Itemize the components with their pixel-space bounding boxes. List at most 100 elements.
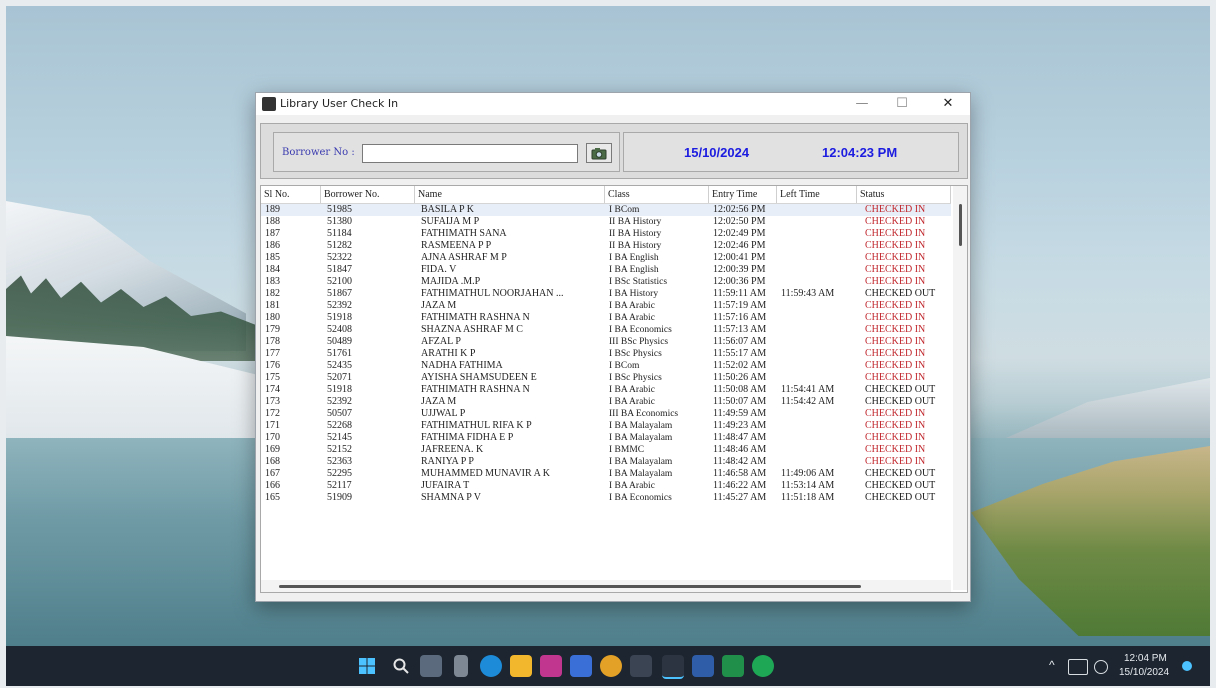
table-row[interactable]: 178 50489 AFZAL P III BSc Physics 11:56:07 A… xyxy=(261,336,951,348)
library-check-in-window: Library User Check In — ☐ ✕ Borrower No … xyxy=(255,92,971,602)
table-row[interactable]: 165 51909 SHAMNA P V I BA Economics 11:45:27… xyxy=(261,492,951,504)
entry-time-cell: 11:59:11 AM xyxy=(713,288,766,299)
header-name[interactable]: Name xyxy=(415,186,605,203)
table-row[interactable]: 184 51847 FIDA. V I BA English 12:00:39 PM CH… xyxy=(261,264,951,276)
reader-icon[interactable] xyxy=(630,655,652,677)
folder-icon[interactable] xyxy=(510,655,532,677)
left-time-cell xyxy=(781,300,861,312)
store-icon[interactable] xyxy=(570,655,592,677)
list-rows: 189 51985 BASILA P K I BCom 12:02:56 PM CHECK… xyxy=(261,204,951,504)
start-button[interactable] xyxy=(356,655,378,677)
borrower-no-cell: 52408 xyxy=(327,324,352,335)
close-button[interactable]: ✕ xyxy=(928,93,968,115)
borrower-no-cell: 52392 xyxy=(327,300,352,311)
chrome-icon[interactable] xyxy=(600,655,622,677)
sl-no-cell: 179 xyxy=(265,324,280,335)
name-cell: UJJWAL P xyxy=(421,408,466,419)
sl-no-cell: 187 xyxy=(265,228,280,239)
vertical-scrollbar[interactable] xyxy=(953,186,967,590)
volume-icon[interactable] xyxy=(1094,660,1108,674)
entry-time-cell: 11:57:16 AM xyxy=(713,312,767,323)
table-row[interactable]: 173 52392 JAZA M I BA Arabic 11:50:07 AM 11:5… xyxy=(261,396,951,408)
status-cell: CHECKED IN xyxy=(865,240,926,251)
table-row[interactable]: 176 52435 NADHA FATHIMA I BCom 11:52:02 AM CH… xyxy=(261,360,951,372)
table-row[interactable]: 166 52117 JUFAIRA T I BA Arabic 11:46:22 AM 1… xyxy=(261,480,951,492)
status-cell: CHECKED IN xyxy=(865,324,926,335)
name-cell: SHAMNA P V xyxy=(421,492,482,503)
horizontal-scrollbar[interactable] xyxy=(261,580,951,592)
sl-no-cell: 180 xyxy=(265,312,280,323)
app-icon-blue[interactable] xyxy=(692,655,714,677)
tray-overflow-icon[interactable]: ^ xyxy=(1049,658,1055,672)
table-row[interactable]: 171 52268 FATHIMATHUL RIFA K P I BA Malayal… xyxy=(261,420,951,432)
clock-time[interactable]: 12:04 PM xyxy=(1124,653,1167,664)
file-icon[interactable] xyxy=(454,655,468,677)
table-row[interactable]: 175 52071 AYISHA SHAMSUDEEN E I BSc Physics… xyxy=(261,372,951,384)
table-row[interactable]: 185 52322 AJNA ASHRAF M P I BA English 12:00… xyxy=(261,252,951,264)
borrower-search-button[interactable] xyxy=(586,143,612,163)
status-cell: CHECKED OUT xyxy=(865,384,936,395)
edge-icon[interactable] xyxy=(480,655,502,677)
table-row[interactable]: 172 50507 UJJWAL P III BA Economics 11:49:59… xyxy=(261,408,951,420)
green-app-icon[interactable] xyxy=(722,655,744,677)
borrower-number-input[interactable] xyxy=(362,144,578,163)
task-view-icon[interactable] xyxy=(420,655,442,677)
name-cell: SHAZNA ASHRAF M C xyxy=(421,324,523,335)
header-borrower-no[interactable]: Borrower No. xyxy=(321,186,415,203)
table-row[interactable]: 188 51380 SUFAIJA M P II BA History 12:02:50… xyxy=(261,216,951,228)
header-entry-time[interactable]: Entry Time xyxy=(709,186,777,203)
entry-time-cell: 11:48:47 AM xyxy=(713,432,767,443)
search-icon[interactable] xyxy=(390,655,412,677)
network-icon[interactable] xyxy=(1068,659,1088,675)
table-row[interactable]: 181 52392 JAZA M I BA Arabic 11:57:19 AM CHEC… xyxy=(261,300,951,312)
table-row[interactable]: 179 52408 SHAZNA ASHRAF M C I BA Economics 1… xyxy=(261,324,951,336)
left-time-cell xyxy=(781,408,861,420)
table-row[interactable]: 180 51918 FATHIMATH RASHNA N I BA Arabic 11:… xyxy=(261,312,951,324)
table-row[interactable]: 189 51985 BASILA P K I BCom 12:02:56 PM CHECK… xyxy=(261,204,951,216)
header-sl-no[interactable]: Sl No. xyxy=(261,186,321,203)
table-row[interactable]: 170 52145 FATHIMA FIDHA E P I BA Malayalam 1… xyxy=(261,432,951,444)
name-cell: AFZAL P xyxy=(421,336,461,347)
table-row[interactable]: 168 52363 RANIYA P P I BA Malayalam 11:48:42… xyxy=(261,456,951,468)
borrower-no-cell: 50507 xyxy=(327,408,352,419)
check-in-list[interactable]: Sl No. Borrower No. Name Class Entry Tim… xyxy=(260,185,968,593)
borrower-no-cell: 52100 xyxy=(327,276,352,287)
borrower-no-cell: 52145 xyxy=(327,432,352,443)
table-row[interactable]: 177 51761 ARATHI K P I BSc Physics 11:55:17 … xyxy=(261,348,951,360)
status-cell: CHECKED IN xyxy=(865,204,926,215)
library-app-icon[interactable] xyxy=(662,655,684,679)
table-row[interactable]: 187 51184 FATHIMATH SANA II BA History 12:02… xyxy=(261,228,951,240)
table-row[interactable]: 183 52100 MAJIDA .M.P I BSc Statistics 12:00… xyxy=(261,276,951,288)
left-time-cell: 11:54:42 AM xyxy=(781,396,835,407)
sl-no-cell: 177 xyxy=(265,348,280,359)
maximize-button[interactable]: ☐ xyxy=(882,93,922,115)
table-row[interactable]: 182 51867 FATHIMATHUL NOORJAHAN ... I BA Hi… xyxy=(261,288,951,300)
instagram-icon[interactable] xyxy=(540,655,562,677)
table-row[interactable]: 167 52295 MUHAMMED MUNAVIR A K I BA Malayal… xyxy=(261,468,951,480)
title-bar[interactable]: Library User Check In — ☐ ✕ xyxy=(256,93,970,115)
sl-no-cell: 185 xyxy=(265,252,280,263)
list-header: Sl No. Borrower No. Name Class Entry Tim… xyxy=(261,186,951,204)
minimize-button[interactable]: — xyxy=(842,93,882,115)
vertical-scroll-thumb[interactable] xyxy=(959,204,962,246)
table-row[interactable]: 169 52152 JAFREENA. K I BMMC 11:48:46 AM CHEC… xyxy=(261,444,951,456)
table-row[interactable]: 174 51918 FATHIMATH RASHNA N I BA Arabic 11:… xyxy=(261,384,951,396)
whatsapp-icon[interactable] xyxy=(752,655,774,677)
status-cell: CHECKED IN xyxy=(865,456,926,467)
status-cell: CHECKED OUT xyxy=(865,288,936,299)
sl-no-cell: 168 xyxy=(265,456,280,467)
header-status[interactable]: Status xyxy=(857,186,951,203)
notification-bell-icon[interactable] xyxy=(1182,661,1192,671)
clock-date[interactable]: 15/10/2024 xyxy=(1119,667,1169,678)
table-row[interactable]: 186 51282 RASMEENA P P II BA History 12:02:4… xyxy=(261,240,951,252)
header-left-time[interactable]: Left Time xyxy=(777,186,857,203)
class-cell: II BA History xyxy=(609,241,662,251)
header-class[interactable]: Class xyxy=(605,186,709,203)
class-cell: I BA Arabic xyxy=(609,301,655,311)
class-cell: II BA History xyxy=(609,229,662,239)
class-cell: I BSc Physics xyxy=(609,373,662,383)
left-time-cell xyxy=(781,420,861,432)
horizontal-scroll-thumb[interactable] xyxy=(279,585,861,588)
status-cell: CHECKED IN xyxy=(865,360,926,371)
class-cell: I BA English xyxy=(609,265,659,275)
